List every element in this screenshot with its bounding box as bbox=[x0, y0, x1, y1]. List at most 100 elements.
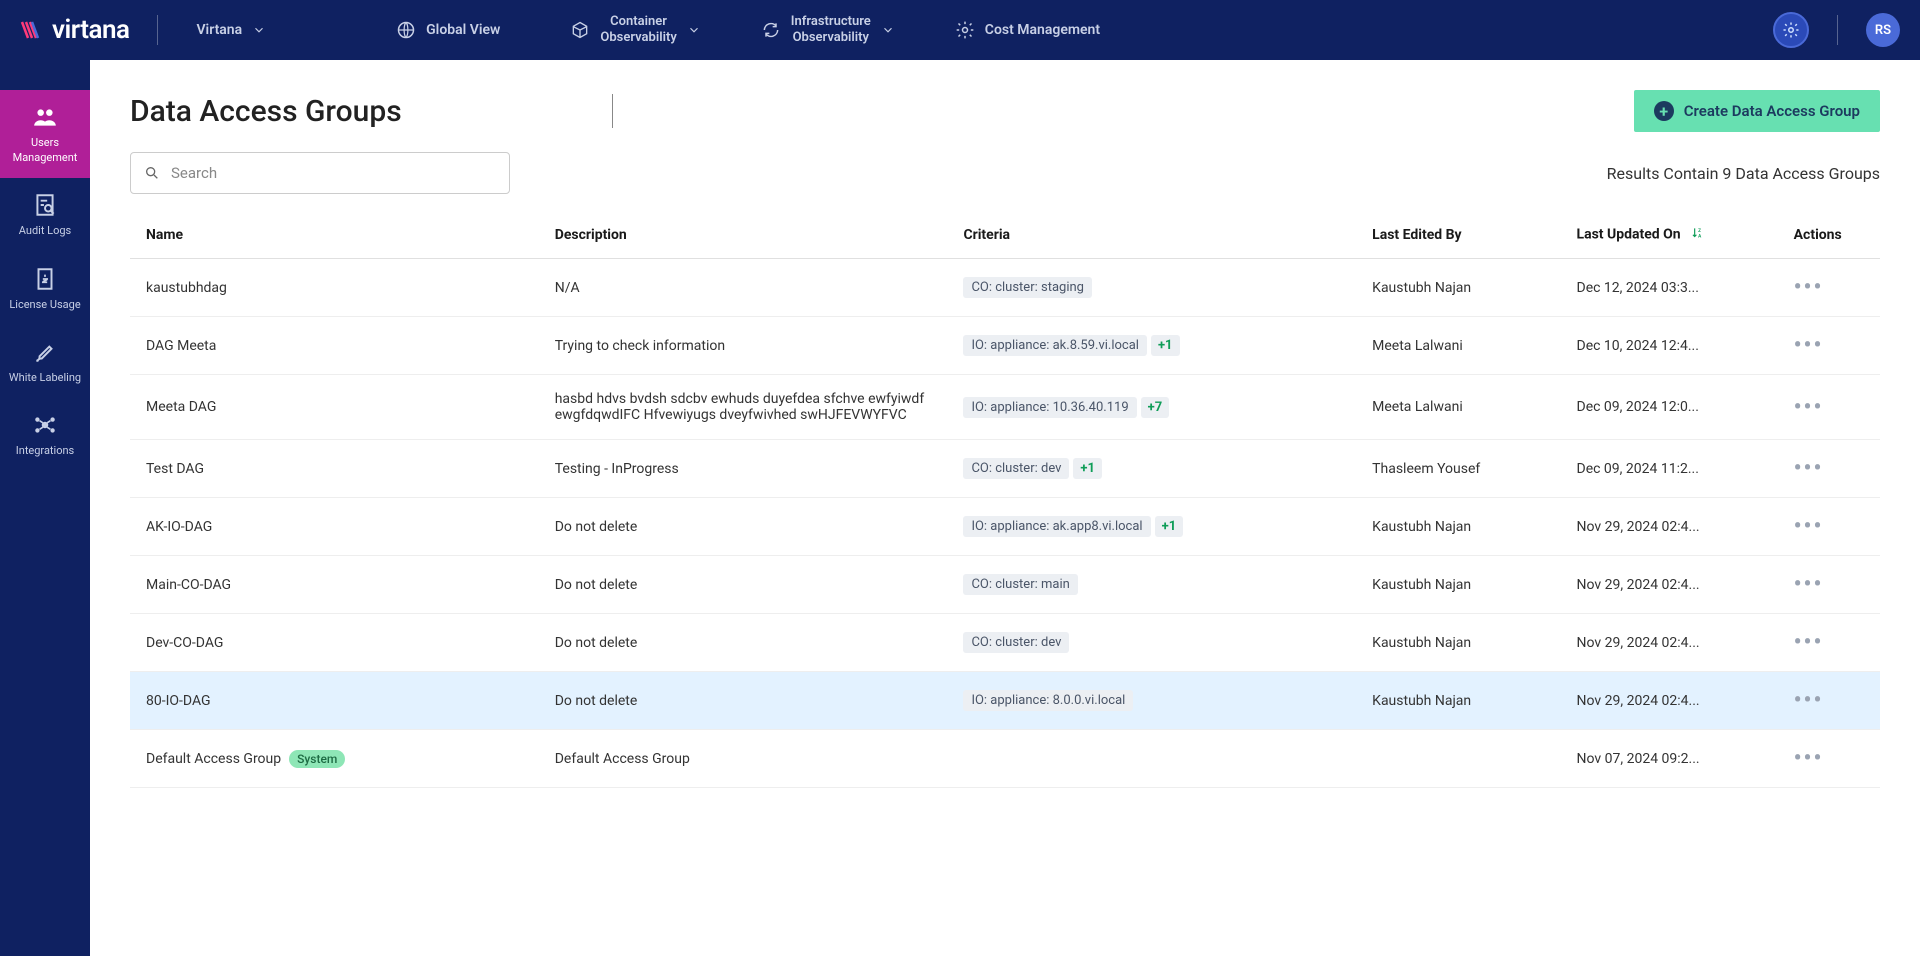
cell-edited-by bbox=[1356, 730, 1560, 788]
cell-updated-on: Nov 29, 2024 02:4... bbox=[1561, 556, 1778, 614]
nav-container-obs[interactable]: Container Observability bbox=[560, 8, 710, 51]
row-actions-menu[interactable]: ••• bbox=[1794, 395, 1824, 420]
integrations-icon bbox=[32, 412, 58, 438]
sidebar: Users Management Audit Logs License Usag… bbox=[0, 60, 90, 956]
nav-infra-obs[interactable]: Infrastructure Observability bbox=[751, 8, 905, 51]
cell-description: hasbd hdvs bvdsh sdcbv ewhuds duyefdea s… bbox=[539, 375, 948, 440]
cell-actions: ••• bbox=[1778, 556, 1880, 614]
row-actions-menu[interactable]: ••• bbox=[1794, 514, 1824, 539]
criteria-more-badge[interactable]: +1 bbox=[1073, 458, 1102, 479]
row-actions-menu[interactable]: ••• bbox=[1794, 572, 1824, 597]
svg-text:A: A bbox=[1698, 234, 1702, 240]
cell-name: DAG Meeta bbox=[130, 317, 539, 375]
criteria-tag: CO: cluster: main bbox=[963, 574, 1077, 595]
cell-description: Do not delete bbox=[539, 672, 948, 730]
row-actions-menu[interactable]: ••• bbox=[1794, 333, 1824, 358]
cell-criteria: CO: cluster: main bbox=[947, 556, 1356, 614]
row-actions-menu[interactable]: ••• bbox=[1794, 630, 1824, 655]
brand-name: virtana bbox=[52, 15, 129, 45]
nav-cost-mgmt[interactable]: Cost Management bbox=[945, 14, 1110, 46]
nav-cost-label: Cost Management bbox=[985, 22, 1100, 38]
create-data-access-group-button[interactable]: + Create Data Access Group bbox=[1634, 90, 1880, 132]
data-access-groups-table: Name Description Criteria Last Edited By… bbox=[130, 212, 1880, 788]
nav-global-view[interactable]: Global View bbox=[386, 14, 510, 46]
org-name: Virtana bbox=[196, 22, 242, 38]
cell-name: Meeta DAG bbox=[130, 375, 539, 440]
cell-actions: ••• bbox=[1778, 498, 1880, 556]
criteria-tag: IO: appliance: 10.36.40.119 bbox=[963, 397, 1136, 418]
row-actions-menu[interactable]: ••• bbox=[1794, 746, 1824, 771]
search-input[interactable] bbox=[130, 152, 510, 194]
license-icon bbox=[32, 266, 58, 292]
user-avatar[interactable]: RS bbox=[1866, 13, 1900, 47]
cell-actions: ••• bbox=[1778, 730, 1880, 788]
sidebar-label-l2: Management bbox=[13, 151, 78, 164]
users-icon bbox=[32, 104, 58, 130]
cell-name: 80-IO-DAG bbox=[130, 672, 539, 730]
table-row[interactable]: DAG MeetaTrying to check informationIO: … bbox=[130, 317, 1880, 375]
th-name[interactable]: Name bbox=[130, 212, 539, 259]
sidebar-item-license-usage[interactable]: License Usage bbox=[0, 252, 90, 325]
svg-text:Z: Z bbox=[1698, 228, 1701, 234]
chevron-down-icon bbox=[687, 23, 701, 37]
system-badge: System bbox=[289, 750, 345, 768]
cell-criteria bbox=[947, 730, 1356, 788]
settings-button[interactable] bbox=[1773, 12, 1809, 48]
criteria-more-badge[interactable]: +1 bbox=[1155, 516, 1184, 537]
nav-container-l2: Observability bbox=[600, 30, 676, 46]
create-btn-label: Create Data Access Group bbox=[1684, 102, 1860, 120]
criteria-tag: CO: cluster: dev bbox=[963, 632, 1069, 653]
sidebar-item-users-management[interactable]: Users Management bbox=[0, 90, 90, 178]
cell-criteria: IO: appliance: 10.36.40.119+7 bbox=[947, 375, 1356, 440]
criteria-more-badge[interactable]: +7 bbox=[1141, 397, 1170, 418]
cell-updated-on: Nov 29, 2024 02:4... bbox=[1561, 614, 1778, 672]
cell-actions: ••• bbox=[1778, 375, 1880, 440]
globe-icon bbox=[396, 20, 416, 40]
sidebar-item-audit-logs[interactable]: Audit Logs bbox=[0, 178, 90, 251]
table-row[interactable]: 80-IO-DAGDo not deleteIO: appliance: 8.0… bbox=[130, 672, 1880, 730]
cube-icon bbox=[570, 20, 590, 40]
cell-criteria: IO: appliance: ak.8.59.vi.local+1 bbox=[947, 317, 1356, 375]
criteria-tag: IO: appliance: ak.8.59.vi.local bbox=[963, 335, 1147, 356]
th-criteria[interactable]: Criteria bbox=[947, 212, 1356, 259]
table-row[interactable]: Dev-CO-DAGDo not deleteCO: cluster: devK… bbox=[130, 614, 1880, 672]
sidebar-label: License Usage bbox=[9, 298, 80, 311]
org-selector[interactable]: Virtana bbox=[186, 16, 276, 44]
cell-updated-on: Nov 29, 2024 02:4... bbox=[1561, 672, 1778, 730]
gear-icon bbox=[1782, 21, 1800, 39]
cell-description: Do not delete bbox=[539, 498, 948, 556]
table-row[interactable]: Meeta DAGhasbd hdvs bvdsh sdcbv ewhuds d… bbox=[130, 375, 1880, 440]
nav-global-label: Global View bbox=[426, 22, 500, 38]
table-row[interactable]: kaustubhdagN/ACO: cluster: stagingKaustu… bbox=[130, 259, 1880, 317]
row-actions-menu[interactable]: ••• bbox=[1794, 688, 1824, 713]
criteria-more-badge[interactable]: +1 bbox=[1151, 335, 1180, 356]
row-actions-menu[interactable]: ••• bbox=[1794, 456, 1824, 481]
sidebar-item-white-labeling[interactable]: White Labeling bbox=[0, 325, 90, 398]
main-content: Data Access Groups + Create Data Access … bbox=[90, 60, 1920, 956]
th-updated-on[interactable]: Last Updated On ZA bbox=[1561, 212, 1778, 259]
th-actions: Actions bbox=[1778, 212, 1880, 259]
th-edited-by[interactable]: Last Edited By bbox=[1356, 212, 1560, 259]
criteria-tag: CO: cluster: staging bbox=[963, 277, 1092, 298]
row-actions-menu[interactable]: ••• bbox=[1794, 275, 1824, 300]
cell-actions: ••• bbox=[1778, 259, 1880, 317]
brand-logo[interactable]: virtana bbox=[20, 15, 129, 45]
criteria-tag: CO: cluster: dev bbox=[963, 458, 1069, 479]
nav-infra-l2: Observability bbox=[791, 30, 871, 46]
cell-description: Do not delete bbox=[539, 614, 948, 672]
page-title: Data Access Groups bbox=[130, 94, 402, 129]
cell-description: Testing - InProgress bbox=[539, 440, 948, 498]
sidebar-item-integrations[interactable]: Integrations bbox=[0, 398, 90, 471]
chevron-down-icon bbox=[252, 23, 266, 37]
table-row[interactable]: Test DAGTesting - InProgressCO: cluster:… bbox=[130, 440, 1880, 498]
cell-criteria: CO: cluster: dev bbox=[947, 614, 1356, 672]
table-row[interactable]: AK-IO-DAGDo not deleteIO: appliance: ak.… bbox=[130, 498, 1880, 556]
search-wrapper bbox=[130, 152, 510, 194]
sidebar-label-l1: Users bbox=[31, 136, 59, 149]
divider bbox=[1837, 15, 1838, 45]
cell-description: N/A bbox=[539, 259, 948, 317]
table-row[interactable]: Default Access GroupSystemDefault Access… bbox=[130, 730, 1880, 788]
cell-name: Default Access GroupSystem bbox=[130, 730, 539, 788]
table-row[interactable]: Main-CO-DAGDo not deleteCO: cluster: mai… bbox=[130, 556, 1880, 614]
th-description[interactable]: Description bbox=[539, 212, 948, 259]
